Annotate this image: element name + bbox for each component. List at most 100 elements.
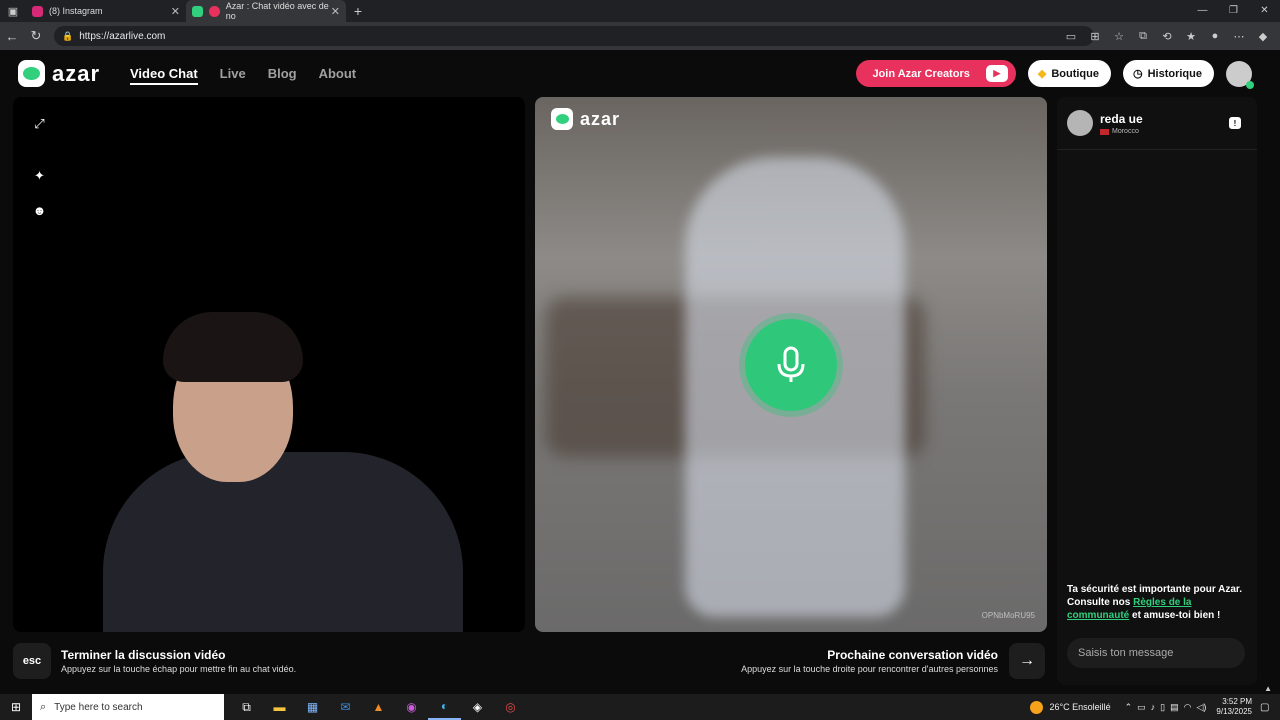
azar-icon — [192, 5, 203, 17]
partner-country: Morocco — [1100, 128, 1139, 135]
weather-text: 26°C Ensoleillé — [1049, 702, 1111, 712]
system-tray: 26°C Ensoleillé ⌃ ▭ ♪ ▯ ▤ ◠ ◁) 3:52 PM 9… — [1030, 694, 1280, 720]
nav-video-chat[interactable]: Video Chat — [130, 66, 198, 85]
store-icon[interactable]: ▦ — [296, 694, 329, 720]
close-icon[interactable]: ✕ — [171, 5, 180, 18]
notification-icon[interactable]: ▢ — [1260, 702, 1280, 713]
message-input[interactable] — [1067, 638, 1245, 668]
url-field[interactable]: 🔒 https://azarlive.com — [54, 26, 1094, 46]
next-chat-title: Prochaine conversation vidéo — [827, 648, 998, 662]
esc-key-button[interactable]: esc — [13, 643, 51, 679]
taskbar-search[interactable]: ⌕ Type here to search — [32, 694, 224, 720]
copilot-icon[interactable]: ◆ — [1254, 27, 1272, 45]
partner-avatar[interactable] — [1067, 110, 1093, 136]
restore-icon[interactable]: ❐ — [1218, 0, 1249, 22]
nav-blog[interactable]: Blog — [268, 66, 297, 85]
chat-header: reda ue Morocco ! — [1057, 97, 1257, 150]
profile-icon[interactable]: ● — [1206, 27, 1224, 45]
azar-logo-icon — [18, 60, 45, 87]
close-icon[interactable]: ✕ — [331, 5, 340, 18]
outlook-icon[interactable]: ✉ — [329, 694, 362, 720]
sync-icon[interactable]: ⟲ — [1158, 27, 1176, 45]
camera-tray-icon[interactable]: ▭ — [1137, 702, 1146, 713]
country-label: Morocco — [1112, 128, 1139, 135]
search-icon: ⌕ — [40, 700, 47, 713]
main-nav: Video Chat Live Blog About — [130, 66, 356, 85]
report-shield-icon[interactable]: ! — [1229, 117, 1241, 129]
battery-icon[interactable]: ▯ — [1160, 702, 1165, 713]
effects-sparkle-icon[interactable]: ✦ — [32, 168, 47, 183]
chat-panel: reda ue Morocco ! Ta sécurité est import… — [1057, 97, 1257, 685]
new-tab-button[interactable]: + — [346, 3, 370, 19]
app-a-icon[interactable]: ▲ — [362, 694, 395, 720]
scroll-arrow-icon[interactable]: ▲ — [1264, 684, 1272, 693]
tab-azar[interactable]: Azar : Chat vidéo avec de no ✕ — [186, 0, 346, 22]
historique-label: Historique — [1147, 67, 1202, 80]
favorites-icon[interactable]: ★ — [1182, 27, 1200, 45]
browser-tab-bar: ▣ (8) Instagram ✕ Azar : Chat vidéo avec… — [0, 0, 1280, 22]
next-arrow-button[interactable]: → — [1009, 643, 1045, 679]
favorite-star-icon[interactable]: ☆ — [1110, 27, 1128, 45]
safety-text-end: et amuse-toi bien ! — [1129, 610, 1221, 621]
face-filter-icon[interactable]: ☻ — [32, 203, 47, 218]
obs-icon[interactable]: ◎ — [494, 694, 527, 720]
close-window-icon[interactable]: ✕ — [1249, 0, 1280, 22]
next-chat-hint: Appuyez sur la touche droite pour rencon… — [741, 664, 998, 674]
session-watermark: OPNbMoRU95 — [981, 611, 1035, 620]
tab-actions-icon[interactable]: ▣ — [0, 0, 26, 22]
browser-toolbar: ▭ ⊞ ☆ ⧉ ⟲ ★ ● ⋯ ◆ — [1062, 27, 1272, 45]
file-explorer-icon[interactable]: ▬ — [263, 694, 296, 720]
windows-start-icon[interactable]: ⊞ — [0, 700, 32, 714]
chevron-up-icon[interactable]: ⌃ — [1125, 702, 1133, 713]
cast-icon[interactable]: ▭ — [1062, 27, 1080, 45]
time: 3:52 PM — [1222, 697, 1252, 706]
clock[interactable]: 3:52 PM 9/13/2025 — [1216, 697, 1252, 717]
azar-logo[interactable]: azar — [18, 60, 100, 87]
fullscreen-icon[interactable]: ⤢ — [32, 116, 47, 131]
taskbar-apps: ⧉ ▬ ▦ ✉ ▲ ◉ ◐ ◈ ◎ — [230, 694, 527, 720]
back-icon[interactable]: ← — [0, 29, 24, 44]
weather-widget[interactable]: 26°C Ensoleillé — [1030, 700, 1111, 714]
nav-about[interactable]: About — [319, 66, 357, 85]
discord-icon[interactable]: ◉ — [395, 694, 428, 720]
refresh-icon[interactable]: ↻ — [24, 28, 48, 44]
end-chat-hint: Appuyez sur la touche échap pour mettre … — [61, 664, 297, 674]
apps-icon[interactable]: ⊞ — [1086, 27, 1104, 45]
network-icon[interactable]: ▤ — [1170, 702, 1179, 713]
microphone-icon[interactable] — [745, 319, 837, 411]
url-text: https://azarlive.com — [79, 30, 166, 42]
mic-tray-icon[interactable]: ♪ — [1151, 702, 1156, 713]
edge-icon[interactable]: ◐ — [428, 694, 461, 720]
play-icon: ▶ — [985, 65, 1008, 82]
morocco-flag-icon — [1100, 128, 1109, 135]
lock-icon[interactable]: 🔒 — [62, 31, 73, 42]
volume-icon[interactable]: ◁) — [1196, 702, 1206, 713]
address-bar: ← ↻ 🔒 https://azarlive.com ▭ ⊞ ☆ ⧉ ⟲ ★ ●… — [0, 22, 1280, 50]
partner-name: reda ue — [1100, 112, 1143, 126]
date: 9/13/2025 — [1216, 707, 1252, 716]
minimize-icon[interactable]: — — [1187, 0, 1218, 22]
local-user-video — [103, 312, 463, 632]
historique-button[interactable]: ◷ Historique — [1122, 60, 1214, 87]
azar-logo-icon — [551, 108, 573, 130]
extensions-icon[interactable]: ⧉ — [1134, 27, 1152, 45]
window-controls: — ❐ ✕ — [1187, 0, 1280, 22]
user-avatar[interactable] — [1226, 60, 1254, 89]
remote-video: azar OPNbMoRU95 — [535, 97, 1047, 632]
boutique-button[interactable]: ◆ Boutique — [1027, 60, 1111, 87]
wifi-icon[interactable]: ◠ — [1184, 702, 1192, 713]
capcut-icon[interactable]: ◈ — [461, 694, 494, 720]
nav-live[interactable]: Live — [220, 66, 246, 85]
logo-text: azar — [52, 60, 101, 86]
task-view-icon[interactable]: ⧉ — [230, 694, 263, 720]
local-video: ⤢ ✦ ☻ — [13, 97, 525, 632]
instagram-icon — [32, 5, 43, 17]
tab-instagram[interactable]: (8) Instagram ✕ — [26, 0, 186, 22]
tray-icons: ⌃ ▭ ♪ ▯ ▤ ◠ ◁) — [1125, 702, 1207, 713]
creators-label: Join Azar Creators — [872, 67, 970, 80]
more-icon[interactable]: ⋯ — [1230, 27, 1248, 45]
boutique-label: Boutique — [1051, 67, 1099, 80]
recording-icon — [208, 5, 220, 17]
join-creators-button[interactable]: Join Azar Creators ▶ — [856, 60, 1016, 87]
tab-title: (8) Instagram — [49, 6, 103, 16]
